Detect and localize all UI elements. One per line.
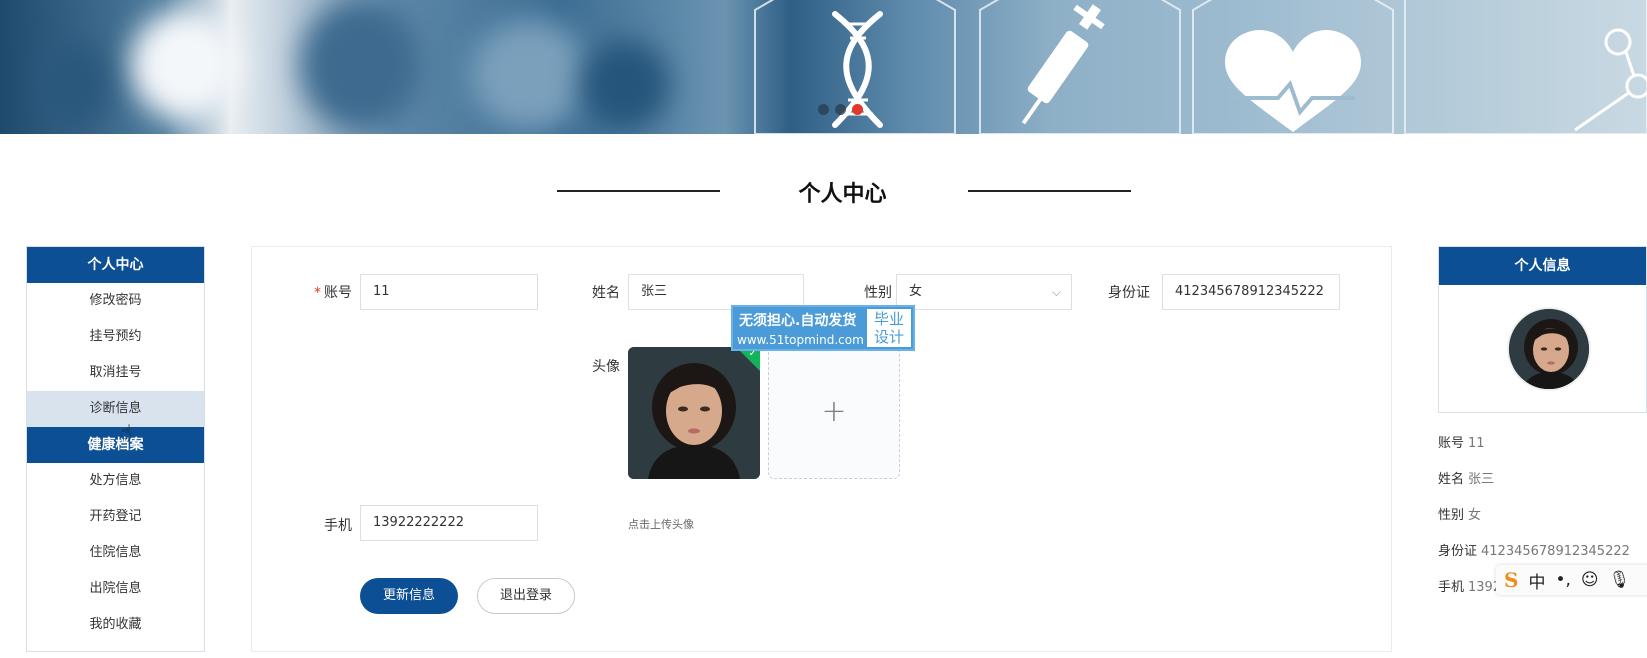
sidebar-item-medication-registration[interactable]: 开药登记 bbox=[27, 499, 204, 535]
info-row-account: 账号 11 bbox=[1438, 436, 1485, 451]
id-card-input[interactable]: 412345678912345222 bbox=[1162, 274, 1340, 310]
carousel-dot-1[interactable] bbox=[818, 104, 829, 115]
account-input[interactable]: 11 bbox=[360, 274, 538, 310]
page-title-area: 个人中心 bbox=[0, 176, 1647, 207]
ime-mode-toggle[interactable]: 中 bbox=[1528, 568, 1545, 593]
emoji-icon[interactable]: ☺ bbox=[1581, 570, 1599, 590]
id-card-label: 身份证 bbox=[1108, 285, 1150, 301]
phone-input[interactable]: 13922222222 bbox=[360, 505, 538, 541]
punctuation-icon[interactable]: •, bbox=[1555, 570, 1570, 590]
molecule-icon bbox=[1574, 28, 1647, 132]
hand-cursor-icon: ☝ bbox=[120, 420, 133, 444]
page-title: 个人中心 bbox=[798, 182, 887, 207]
sidebar-item-favorites[interactable]: 我的收藏 bbox=[27, 607, 204, 643]
info-row-name: 姓名 张三 bbox=[1438, 472, 1495, 487]
sidebar-item-hospitalization[interactable]: 住院信息 bbox=[27, 535, 204, 571]
sidebar-item-diagnosis[interactable]: 诊断信息 bbox=[27, 391, 204, 427]
profile-avatar bbox=[1507, 307, 1591, 391]
update-info-button[interactable]: 更新信息 bbox=[360, 578, 458, 614]
phone-label: 手机 bbox=[324, 518, 352, 534]
plus-icon: + bbox=[821, 394, 847, 430]
sidebar-item-change-password[interactable]: 修改密码 bbox=[27, 283, 204, 319]
avatar-upload-button[interactable]: + bbox=[768, 347, 900, 479]
heart-icon bbox=[1225, 30, 1361, 132]
personal-info-title: 个人信息 bbox=[1439, 247, 1646, 285]
profile-avatar-portrait bbox=[1509, 309, 1589, 389]
sidebar-item-prescription[interactable]: 处方信息 bbox=[27, 463, 204, 499]
chevron-down-icon: ⌵ bbox=[1051, 285, 1061, 299]
personal-info-card: 个人信息 bbox=[1438, 246, 1647, 413]
watermark-badge-bottom: 设计 bbox=[873, 328, 904, 346]
gender-label: 性别 bbox=[864, 285, 892, 301]
ime-toolbar[interactable]: S 中 •, ☺ 🎙 bbox=[1496, 565, 1647, 595]
title-divider-left bbox=[557, 190, 720, 192]
account-label: * 账号 bbox=[314, 285, 352, 301]
carousel-dot-2[interactable] bbox=[835, 104, 846, 115]
sogou-logo-icon[interactable]: S bbox=[1504, 568, 1518, 592]
info-row-gender: 性别女 bbox=[1438, 508, 1482, 523]
watermark-badge-top: 毕业 bbox=[873, 310, 904, 328]
gender-value: 女 bbox=[909, 284, 923, 299]
microphone-icon[interactable]: 🎙 bbox=[1609, 570, 1631, 590]
watermark-line1: 无须担心.自动发货 bbox=[739, 313, 857, 329]
gender-select[interactable]: 女 ⌵ bbox=[896, 274, 1072, 310]
carousel-dot-3[interactable] bbox=[852, 104, 863, 115]
avatar-upload-hint: 点击上传头像 bbox=[628, 518, 694, 531]
info-row-phone: 手机 1392 bbox=[1438, 580, 1502, 595]
avatar-label: 头像 bbox=[592, 359, 620, 375]
name-label: 姓名 bbox=[592, 285, 620, 301]
watermark-badge: 毕业 设计 bbox=[867, 309, 911, 347]
watermark-banner: 无须担心.自动发货 www.51topmind.com 毕业 设计 bbox=[731, 305, 915, 351]
sidebar-item-cancel-appointment[interactable]: 取消挂号 bbox=[27, 355, 204, 391]
hero-banner bbox=[0, 0, 1647, 134]
sidebar-header-personal-center[interactable]: 个人中心 bbox=[27, 247, 204, 283]
syringe-icon bbox=[1021, 4, 1105, 125]
logout-button[interactable]: 退出登录 bbox=[477, 578, 575, 614]
carousel-dots[interactable] bbox=[818, 104, 863, 115]
sidebar-item-appointment[interactable]: 挂号预约 bbox=[27, 319, 204, 355]
title-divider-right bbox=[968, 190, 1131, 192]
sidebar-menu: 个人中心 修改密码 挂号预约 取消挂号 诊断信息 健康档案 处方信息 开药登记 … bbox=[26, 246, 205, 652]
avatar-image[interactable]: ✓ bbox=[628, 347, 760, 479]
sidebar-item-discharge[interactable]: 出院信息 bbox=[27, 571, 204, 607]
info-row-id-card: 身份证 412345678912345222 bbox=[1438, 544, 1630, 559]
sidebar-header-health-records[interactable]: 健康档案 bbox=[27, 427, 204, 463]
watermark-line2: www.51topmind.com bbox=[737, 333, 864, 347]
